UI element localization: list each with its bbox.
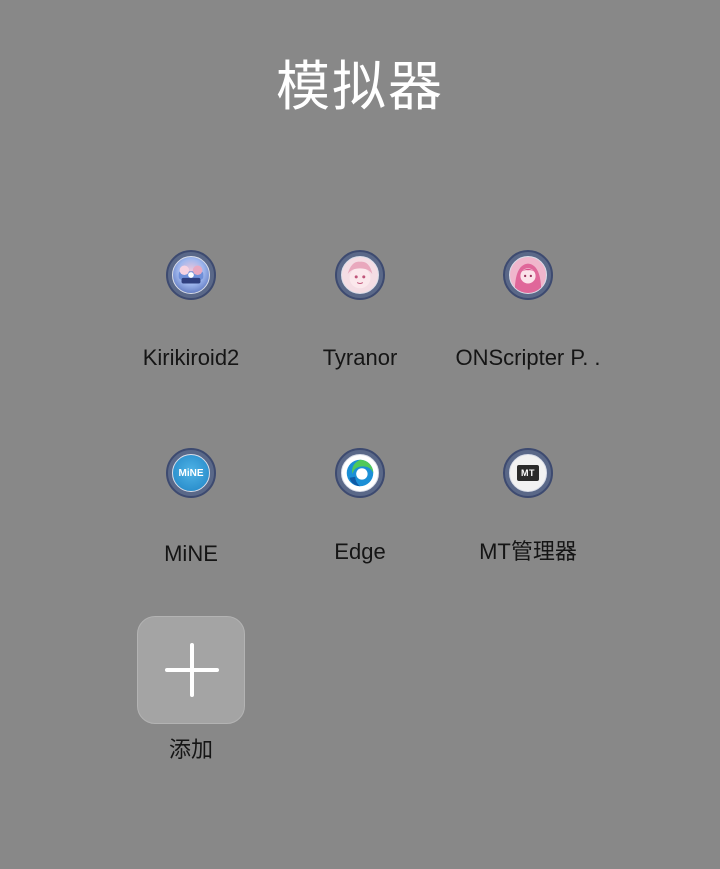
app-label: Edge — [334, 539, 386, 564]
mine-icon[interactable]: MiNE — [166, 448, 216, 498]
onscripter-icon[interactable] — [503, 250, 553, 300]
app-tyranor[interactable]: Tyranor — [275, 250, 445, 400]
app-mt-manager[interactable]: MT MT管理器 — [443, 448, 613, 598]
mt-manager-icon[interactable]: MT — [503, 448, 553, 498]
mt-icon-text: MT — [521, 468, 535, 478]
mine-icon-text: MiNE — [178, 467, 204, 479]
kirikiroid2-icon[interactable] — [166, 250, 216, 300]
app-label: Kirikiroid2 — [142, 345, 240, 370]
app-onscripter[interactable]: ONScripter P. . — [443, 250, 613, 400]
app-edge[interactable]: Edge — [275, 448, 445, 598]
tyranor-icon[interactable] — [335, 250, 385, 300]
app-label: ONScripter P. . — [455, 345, 601, 370]
edge-icon[interactable] — [335, 448, 385, 498]
add-button[interactable] — [137, 616, 245, 724]
plus-icon-vertical — [190, 643, 194, 697]
add-label: 添加 — [168, 738, 213, 763]
app-label: MiNE — [164, 541, 218, 566]
app-label: MT管理器 — [479, 539, 577, 564]
app-label: Tyranor — [322, 345, 398, 370]
app-kirikiroid2[interactable]: Kirikiroid2 — [106, 250, 276, 400]
app-mine[interactable]: MiNE MiNE — [106, 448, 276, 598]
folder-title[interactable]: 模拟器 — [0, 52, 720, 122]
